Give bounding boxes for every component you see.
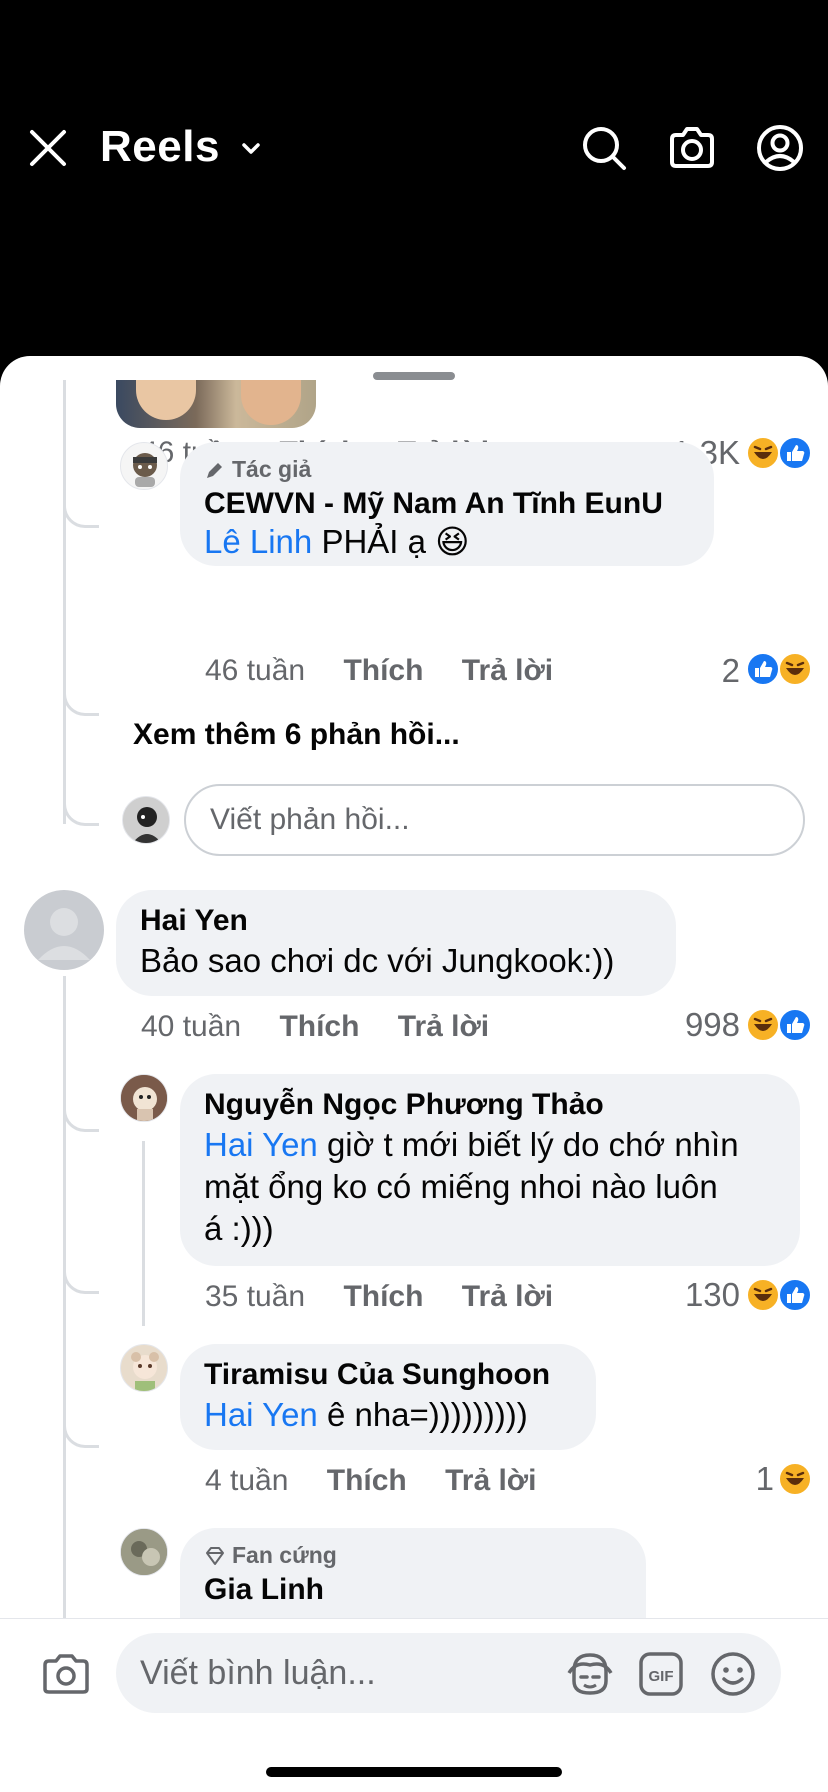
comment-body: PHẢI ạ 😆 bbox=[321, 523, 470, 560]
thread-curve bbox=[63, 1386, 99, 1448]
badge-label: Tác giả bbox=[232, 456, 312, 482]
comment-bubble[interactable]: Tác giả CEWVN - Mỹ Nam An Tĩnh EunU Lê L… bbox=[180, 442, 714, 566]
timestamp: 35 tuần bbox=[205, 1280, 306, 1313]
avatar[interactable] bbox=[120, 1074, 168, 1122]
page-title[interactable]: Reels bbox=[100, 122, 220, 172]
reaction-count[interactable]: 2 bbox=[660, 652, 740, 690]
comment-text: á :))) bbox=[204, 1210, 274, 1247]
avatar-sticker-icon[interactable] bbox=[566, 1651, 614, 1697]
mention-link[interactable]: Hai Yen bbox=[204, 1396, 318, 1433]
timestamp: 4 tuần bbox=[205, 1464, 289, 1497]
comment-meta: 4 tuần Thích Trả lời bbox=[205, 1464, 536, 1498]
comment-placeholder: Viết bình luận... bbox=[140, 1653, 376, 1692]
like-button[interactable]: Thích bbox=[343, 654, 423, 687]
comment-author[interactable]: Tiramisu Của Sunghoon bbox=[204, 1358, 572, 1392]
chevron-down-icon[interactable] bbox=[240, 138, 262, 160]
comment-meta: 35 tuần Thích Trả lời bbox=[205, 1280, 553, 1314]
camera-icon[interactable] bbox=[668, 124, 716, 172]
haha-reaction-icon bbox=[746, 436, 780, 470]
reels-header: Reels bbox=[0, 0, 828, 356]
drag-handle[interactable] bbox=[373, 372, 455, 380]
reply-button[interactable]: Trả lời bbox=[462, 654, 553, 687]
close-icon[interactable] bbox=[26, 126, 70, 170]
home-indicator bbox=[266, 1767, 562, 1777]
like-button[interactable]: Thích bbox=[343, 1280, 423, 1313]
timestamp: 46 tuần bbox=[205, 654, 306, 687]
comments-sheet[interactable]: 46 tuần Thích Trả lời 1,3K Tác giả CEWVN… bbox=[0, 356, 828, 1792]
profile-icon[interactable] bbox=[756, 124, 804, 172]
comment-text: Bảo sao chơi dc với Jungkook:)) bbox=[140, 942, 615, 979]
reaction-count[interactable]: 998 bbox=[640, 1006, 740, 1044]
thread-curve bbox=[63, 646, 99, 716]
comment-author[interactable]: CEWVN - Mỹ Nam An Tĩnh EunU bbox=[204, 487, 690, 521]
thread-curve bbox=[63, 756, 99, 826]
like-reaction-icon bbox=[778, 1008, 812, 1042]
reaction-count[interactable]: 130 bbox=[640, 1276, 740, 1314]
thread-line bbox=[142, 1141, 145, 1326]
reply-button[interactable]: Trả lời bbox=[462, 1280, 553, 1313]
comment-bubble[interactable]: Nguyễn Ngọc Phương Thảo Hai Yen giờ t mớ… bbox=[180, 1074, 800, 1266]
reply-button[interactable]: Trả lời bbox=[445, 1464, 536, 1497]
emoji-icon[interactable] bbox=[710, 1651, 756, 1697]
comment-text: mặt ổng ko có miếng nhoi nào luôn bbox=[204, 1168, 718, 1205]
like-button[interactable]: Thích bbox=[279, 1010, 359, 1043]
like-reaction-icon bbox=[746, 652, 780, 686]
reply-input[interactable]: Viết phản hồi... bbox=[184, 784, 805, 856]
like-reaction-icon bbox=[778, 1278, 812, 1312]
thread-curve bbox=[63, 1236, 99, 1294]
comment-author[interactable]: Nguyễn Ngọc Phương Thảo bbox=[204, 1088, 776, 1122]
comment-meta: 46 tuần Thích Trả lời bbox=[205, 654, 553, 688]
like-reaction-icon bbox=[778, 436, 812, 470]
avatar[interactable] bbox=[24, 890, 104, 970]
haha-reaction-icon bbox=[746, 1008, 780, 1042]
see-more-replies-link[interactable]: Xem thêm 6 phản hồi... bbox=[133, 718, 460, 752]
haha-reaction-icon bbox=[746, 1278, 780, 1312]
comment-bubble[interactable]: Hai Yen Bảo sao chơi dc với Jungkook:)) bbox=[116, 890, 676, 996]
comment-author[interactable]: Gia Linh bbox=[204, 1573, 622, 1607]
thread-curve bbox=[63, 1076, 99, 1132]
comment-text: Hai Yen ê nha=))))))))) bbox=[204, 1394, 572, 1436]
reaction-count[interactable]: 1 bbox=[680, 1460, 774, 1498]
haha-reaction-icon bbox=[778, 652, 812, 686]
reply-button[interactable]: Trả lời bbox=[398, 1010, 489, 1043]
comment-composer: Viết bình luận... GIF bbox=[0, 1618, 828, 1792]
svg-text:GIF: GIF bbox=[649, 1668, 674, 1685]
like-button[interactable]: Thích bbox=[327, 1464, 407, 1497]
haha-reaction-icon bbox=[778, 1462, 812, 1496]
mention-link[interactable]: Lê Linh bbox=[204, 523, 312, 560]
comment-body: giờ t mới biết lý do chớ nhìn bbox=[326, 1126, 739, 1163]
camera-icon[interactable] bbox=[42, 1653, 90, 1695]
mention-link[interactable]: Hai Yen bbox=[204, 1126, 318, 1163]
avatar[interactable] bbox=[120, 1528, 168, 1576]
timestamp: 40 tuần bbox=[141, 1010, 242, 1043]
comment-author[interactable]: Hai Yen bbox=[140, 904, 652, 938]
gif-icon[interactable]: GIF bbox=[638, 1651, 684, 1697]
pen-icon bbox=[207, 462, 222, 478]
comment-meta: 40 tuần Thích Trả lời bbox=[141, 1010, 489, 1044]
comment-body: ê nha=))))))))) bbox=[326, 1396, 528, 1433]
comment-image[interactable] bbox=[116, 380, 316, 428]
avatar[interactable] bbox=[120, 1344, 168, 1392]
author-badge: Tác giả bbox=[204, 456, 690, 483]
badge-label: Fan cứng bbox=[232, 1542, 337, 1568]
diamond-icon bbox=[206, 1546, 224, 1565]
avatar[interactable] bbox=[120, 442, 168, 490]
comment-bubble[interactable]: Tiramisu Của Sunghoon Hai Yen ê nha=))))… bbox=[180, 1344, 596, 1450]
comment-text: Lê Linh PHẢI ạ 😆 bbox=[204, 521, 690, 563]
my-avatar bbox=[122, 796, 170, 844]
search-icon[interactable] bbox=[580, 124, 628, 172]
fan-badge: Fan cứng bbox=[204, 1542, 622, 1569]
comment-text: Hai Yen giờ t mới biết lý do chớ nhìn bbox=[204, 1124, 776, 1166]
thread-curve bbox=[63, 456, 99, 528]
